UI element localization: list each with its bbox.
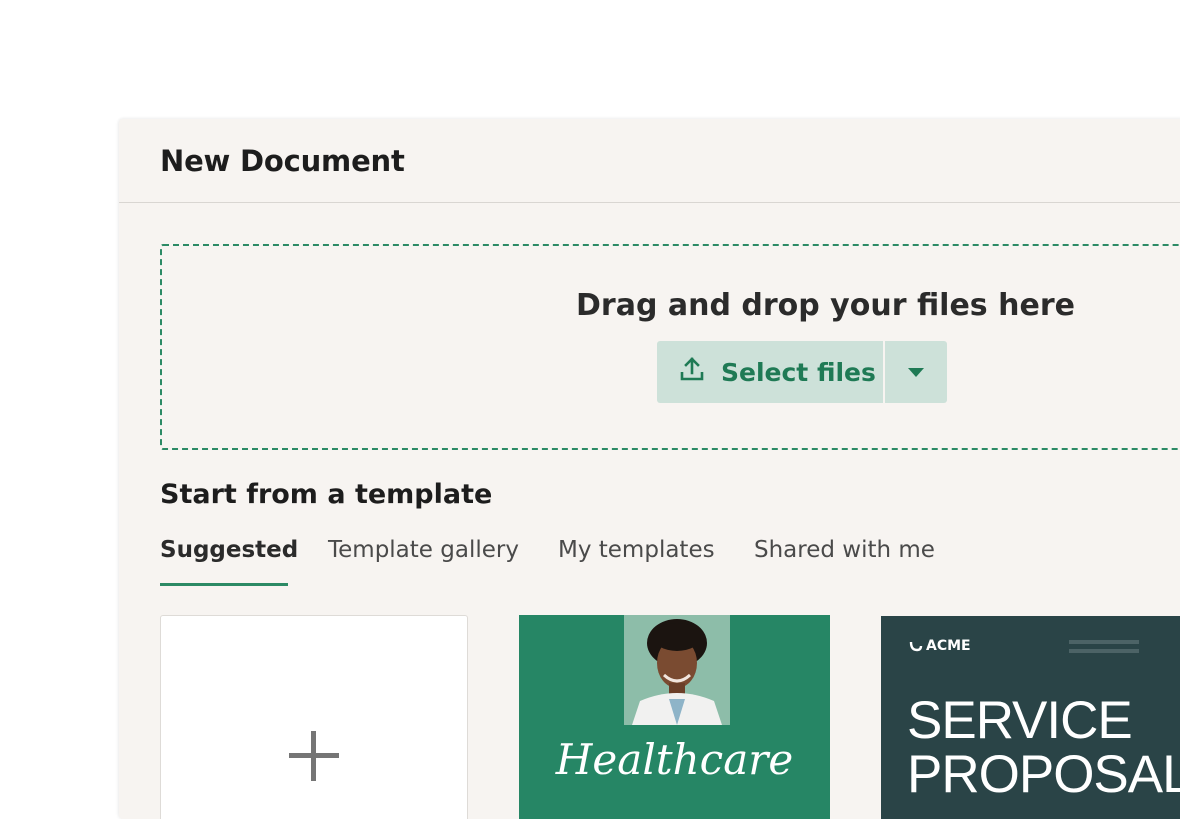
select-files-button[interactable]: Select files bbox=[657, 341, 883, 403]
plus-icon bbox=[289, 731, 339, 785]
dropzone-heading: Drag and drop your files here bbox=[576, 288, 1075, 323]
tab-shared-with-me[interactable]: Shared with me bbox=[754, 537, 935, 563]
tab-my-templates[interactable]: My templates bbox=[558, 537, 715, 563]
decorative-lines bbox=[1069, 640, 1139, 658]
select-files-dropdown-button[interactable] bbox=[885, 341, 947, 403]
caret-down-icon bbox=[908, 363, 924, 382]
select-files-split-button: Select files bbox=[657, 341, 947, 403]
healthcare-card-title: Healthcare bbox=[555, 735, 794, 784]
templates-heading: Start from a template bbox=[160, 479, 493, 510]
healthcare-template-card[interactable]: Healthcare bbox=[519, 615, 830, 819]
acme-brand-text: ACME bbox=[926, 638, 971, 654]
upload-icon bbox=[679, 356, 705, 388]
acme-logo: ACME bbox=[909, 638, 971, 654]
service-proposal-title: SERVICE PROPOSAL bbox=[907, 694, 1180, 802]
title-line-1: SERVICE bbox=[907, 691, 1133, 750]
dialog-header: New Document bbox=[119, 119, 1180, 203]
active-tab-indicator bbox=[160, 583, 288, 586]
new-document-dialog: New Document Drag and drop your files he… bbox=[119, 119, 1180, 819]
tab-suggested[interactable]: Suggested bbox=[160, 537, 298, 563]
portrait-image bbox=[624, 615, 730, 725]
service-proposal-template-card[interactable]: ACME SERVICE PROPOSAL bbox=[881, 616, 1180, 819]
acme-logo-mark-icon bbox=[909, 641, 923, 652]
file-dropzone[interactable]: Drag and drop your files here Select fil… bbox=[160, 244, 1180, 450]
dialog-title: New Document bbox=[160, 143, 405, 178]
select-files-label: Select files bbox=[721, 357, 876, 387]
tab-template-gallery[interactable]: Template gallery bbox=[328, 537, 519, 563]
blank-document-card[interactable] bbox=[160, 615, 468, 819]
